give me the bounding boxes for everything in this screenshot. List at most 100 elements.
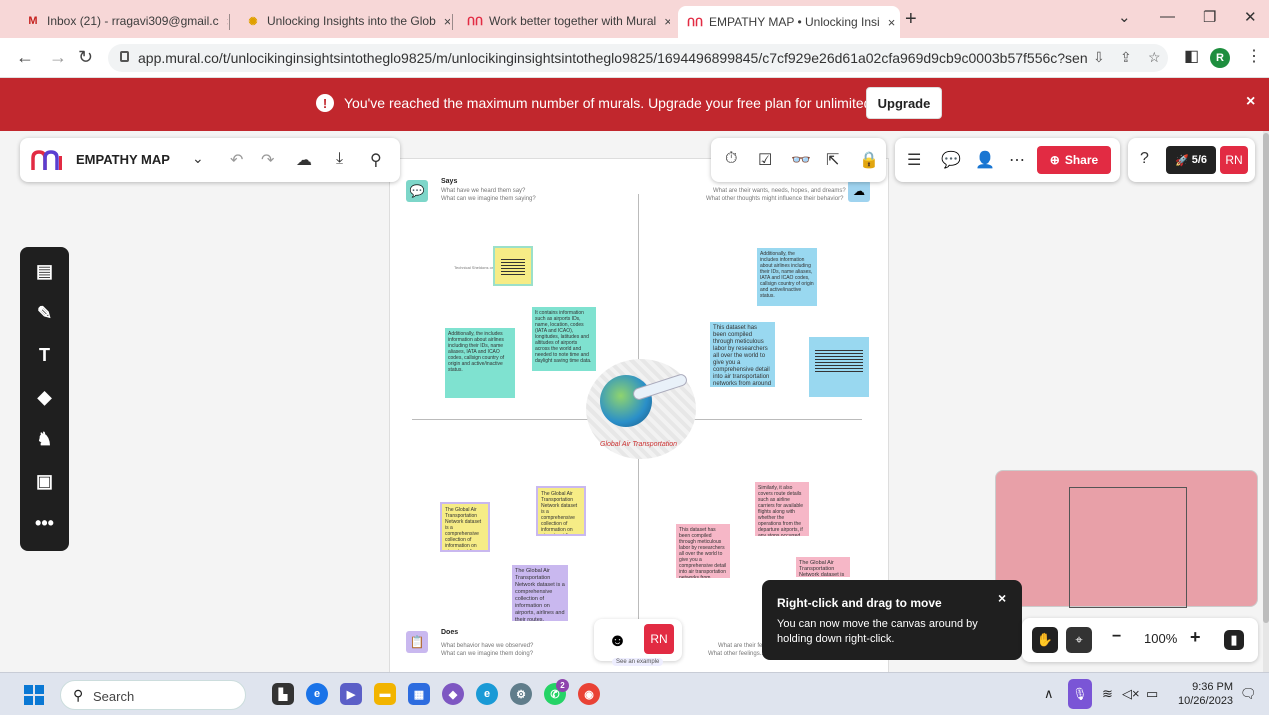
system-clock[interactable]: 9:36 PM 10/26/2023: [1178, 680, 1233, 708]
sticky-note-yellow[interactable]: The Global Air Transportation Network da…: [440, 502, 490, 552]
tab-close-button[interactable]: ×: [664, 14, 670, 29]
store-icon[interactable]: ▦: [408, 683, 430, 705]
microphone-icon[interactable]: 🎙: [1068, 679, 1092, 709]
hand-pan-icon[interactable]: ✋: [1032, 627, 1058, 653]
sticky-note-pink[interactable]: Similarly, it also covers route details …: [755, 482, 809, 536]
bookmark-star-icon[interactable]: ☆: [1148, 49, 1161, 66]
settings-icon[interactable]: ⚙: [510, 683, 532, 705]
tray-overflow-icon[interactable]: ∧: [1044, 686, 1054, 702]
mural-canvas[interactable]: 💬 Says What have we heard them say? What…: [0, 131, 1269, 672]
canvas-scrollbar-thumb[interactable]: [1263, 133, 1269, 623]
address-bar[interactable]: app.mural.co/t/unlocikinginsightsintothe…: [108, 44, 1168, 72]
zoom-out-button[interactable]: −: [1112, 628, 1121, 646]
more-options-icon[interactable]: ⋯: [1009, 150, 1025, 170]
browser-menu-icon[interactable]: ⋮: [1246, 46, 1262, 66]
forward-icon[interactable]: →: [49, 47, 67, 68]
sticky-note-blue[interactable]: This dataset has been compiled through m…: [710, 322, 775, 387]
comments-icon[interactable]: 💬: [941, 150, 961, 170]
share-button[interactable]: ⊕ Share: [1037, 146, 1111, 174]
templates-icon[interactable]: ▤: [20, 261, 69, 282]
see-example-link[interactable]: See an example: [612, 658, 664, 666]
edge-icon[interactable]: e: [306, 683, 328, 705]
reload-icon[interactable]: ↻: [78, 47, 93, 68]
battery-icon[interactable]: ▭: [1146, 686, 1158, 702]
new-tab-button[interactable]: +: [905, 8, 917, 31]
share-page-icon[interactable]: ⇪: [1120, 49, 1132, 66]
more-tools-icon[interactable]: •••: [20, 513, 69, 534]
private-mode-icon[interactable]: 👓: [791, 150, 811, 170]
wifi-icon[interactable]: ≋: [1102, 686, 1113, 702]
mural-title[interactable]: EMPATHY MAP: [76, 152, 170, 167]
close-banner-icon[interactable]: ×: [1246, 93, 1255, 111]
sticky-note-pink[interactable]: The Global Air Transportation Network da…: [796, 557, 850, 577]
llama-icon[interactable]: ♞: [20, 429, 69, 450]
global-air-transportation-image[interactable]: Global Air Transportation: [586, 359, 696, 459]
close-window-icon[interactable]: ✕: [1244, 8, 1257, 26]
minimap-toggle-icon[interactable]: ▮: [1224, 630, 1244, 650]
sticky-note-yellow-doc[interactable]: [493, 246, 533, 286]
install-app-icon[interactable]: ⇩: [1093, 49, 1105, 66]
zoom-in-button[interactable]: +: [1190, 627, 1201, 648]
tab-gmail[interactable]: M Inbox (21) - rragavi309@gmail.c ×: [16, 6, 228, 36]
sticky-note-purple[interactable]: The Global Air Transportation Network da…: [512, 565, 568, 621]
chevron-down-icon[interactable]: ⌄: [192, 150, 204, 167]
windows-start-icon[interactable]: [24, 685, 44, 705]
redo-icon[interactable]: ↷: [261, 150, 274, 170]
back-icon[interactable]: ←: [16, 47, 34, 68]
file-explorer-icon[interactable]: ▬: [374, 683, 396, 705]
side-panel-icon[interactable]: ◧: [1184, 46, 1199, 66]
lock-content-icon[interactable]: 🔒: [859, 150, 879, 170]
notification-center-icon[interactable]: 🗨: [1240, 686, 1257, 702]
user-avatar[interactable]: RN: [1220, 146, 1248, 174]
checkbox-icon[interactable]: ☑: [758, 150, 772, 170]
sticky-note-pink[interactable]: This dataset has been compiled through m…: [676, 524, 730, 578]
restore-icon[interactable]: ❐: [1203, 8, 1216, 26]
minimize-icon[interactable]: —: [1160, 8, 1175, 25]
summon-cursor-icon[interactable]: ⇱: [826, 150, 839, 170]
tab-mural-home[interactable]: ՈՈ Work better together with Mural ×: [458, 6, 670, 36]
tab-close-button[interactable]: ×: [444, 14, 450, 29]
timer-icon[interactable]: ⏱: [725, 150, 737, 168]
text-icon[interactable]: T: [20, 345, 69, 366]
chrome-icon[interactable]: ◉: [578, 683, 600, 705]
collaborator-avatar[interactable]: RN: [644, 624, 674, 654]
sticky-note-blue-doc[interactable]: [809, 337, 869, 397]
task-view-icon[interactable]: ▙: [272, 683, 294, 705]
tab-search-icon[interactable]: ⌄: [1118, 8, 1131, 26]
mural-logo-icon[interactable]: [31, 150, 63, 177]
search-icon[interactable]: ⚲: [370, 150, 382, 170]
gmail-icon: M: [28, 15, 38, 27]
undo-icon[interactable]: ↶: [230, 150, 243, 170]
sticky-note-blue[interactable]: Additionally, the includes information a…: [757, 248, 817, 306]
tab-unlocking-insights[interactable]: ✺ Unlocking Insights into the Glob ×: [236, 6, 450, 36]
close-tooltip-icon[interactable]: ×: [998, 590, 1006, 606]
download-icon[interactable]: ⤓: [336, 150, 343, 168]
profile-avatar[interactable]: R: [1210, 48, 1230, 68]
member-icon[interactable]: 👤: [975, 150, 995, 170]
cloud-saved-icon[interactable]: ☁: [296, 150, 312, 170]
shapes-icon[interactable]: ◆: [20, 387, 69, 408]
sticky-note-green[interactable]: It contains information such as airports…: [532, 307, 596, 371]
image-icon[interactable]: ▣: [20, 471, 69, 492]
sticky-note-green[interactable]: Additionally, the includes information a…: [445, 328, 515, 398]
tab-close-button[interactable]: ×: [888, 15, 896, 30]
teams-icon[interactable]: ▶: [340, 683, 362, 705]
sticky-note-icon[interactable]: ✎: [20, 303, 69, 324]
outline-icon[interactable]: ☰: [907, 150, 921, 170]
tab-empathy-map[interactable]: ՈՈ EMPATHY MAP • Unlocking Insi ×: [678, 6, 900, 38]
account-toolbar: ? 🚀 5/6 RN: [1128, 138, 1255, 182]
minimap[interactable]: [995, 470, 1258, 608]
minimap-viewport[interactable]: [1069, 487, 1187, 608]
zoom-level[interactable]: 100%: [1144, 631, 1177, 646]
app-icon[interactable]: ◆: [442, 683, 464, 705]
mural-usage-counter[interactable]: 🚀 5/6: [1166, 146, 1216, 174]
taskbar-search[interactable]: ⚲ Search: [60, 680, 246, 710]
edge-browser-icon[interactable]: e: [476, 683, 498, 705]
pointer-mode-icon[interactable]: ⌖: [1066, 627, 1092, 653]
help-icon[interactable]: ?: [1140, 150, 1149, 168]
upgrade-button[interactable]: Upgrade: [866, 87, 942, 119]
sticky-note-yellow[interactable]: The Global Air Transportation Network da…: [536, 486, 586, 536]
smiley-icon[interactable]: ☻: [608, 630, 627, 651]
tab-close-button[interactable]: ×: [227, 14, 228, 29]
volume-muted-icon[interactable]: ◁×: [1122, 686, 1140, 702]
